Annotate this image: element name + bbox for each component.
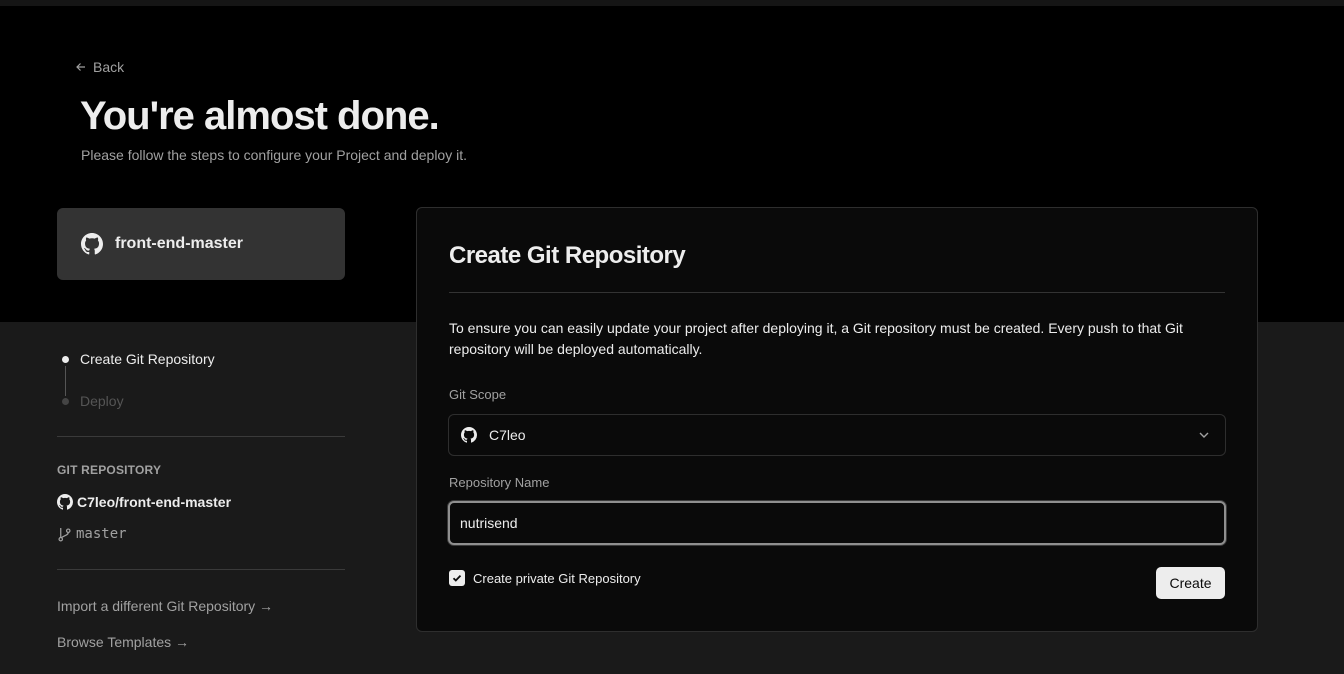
- import-different-repo-link[interactable]: Import a different Git Repository →: [57, 598, 273, 614]
- private-repo-checkbox[interactable]: [449, 570, 465, 586]
- step-label: Create Git Repository: [80, 351, 215, 367]
- repo-full-name-text: C7leo/front-end-master: [77, 494, 232, 510]
- back-label: Back: [93, 59, 125, 75]
- project-card: front-end-master: [57, 208, 345, 280]
- page-title: You're almost done.: [80, 94, 440, 138]
- arrow-left-icon: [76, 63, 85, 71]
- git-repository-section-label: GIT REPOSITORY: [57, 463, 162, 477]
- branch-name: master: [76, 526, 127, 542]
- step-active-dot: [62, 355, 69, 363]
- repo-full-name[interactable]: C7leo/front-end-master: [57, 494, 231, 510]
- repository-name-label: Repository Name: [449, 475, 550, 490]
- step-label: Deploy: [80, 393, 124, 409]
- page-subtitle: Please follow the steps to configure you…: [81, 147, 467, 163]
- panel-description: To ensure you can easily update your pro…: [449, 320, 1183, 357]
- repository-name-input[interactable]: [448, 501, 1226, 545]
- checkmark-icon: [452, 574, 462, 582]
- sidebar-divider: [57, 436, 345, 437]
- git-scope-select[interactable]: C7leo: [448, 414, 1226, 456]
- repo-branch: master: [57, 526, 127, 542]
- step-connector: [65, 366, 66, 396]
- private-repo-toggle[interactable]: Create private Git Repository: [449, 570, 641, 586]
- github-icon: [81, 233, 103, 255]
- panel-divider: [449, 292, 1225, 293]
- github-icon: [461, 427, 477, 443]
- create-repo-panel: Create Git Repository To ensure you can …: [416, 207, 1258, 632]
- git-scope-label: Git Scope: [449, 387, 507, 402]
- panel-title: Create Git Repository: [449, 242, 686, 269]
- chevron-down-icon: [1199, 432, 1209, 438]
- create-button[interactable]: Create: [1156, 567, 1225, 599]
- github-icon: [57, 494, 73, 510]
- git-branch-icon: [58, 527, 71, 541]
- sidebar-divider: [57, 569, 345, 570]
- project-name: front-end-master: [115, 235, 244, 252]
- step-pending-dot: [62, 397, 69, 405]
- git-scope-value: C7leo: [489, 427, 526, 443]
- browse-templates-link[interactable]: Browse Templates →: [57, 634, 189, 650]
- back-link[interactable]: Back: [75, 59, 124, 75]
- step-deploy: Deploy: [57, 393, 124, 409]
- step-create-repo: Create Git Repository: [57, 351, 215, 367]
- private-repo-label: Create private Git Repository: [473, 570, 641, 586]
